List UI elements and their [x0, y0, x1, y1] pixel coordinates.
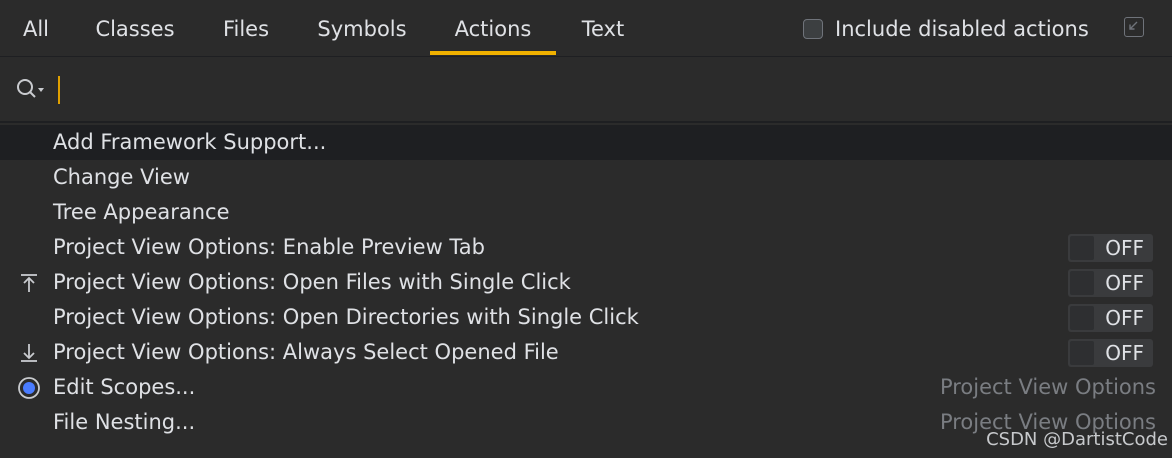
tab-actions[interactable]: Actions [430, 0, 556, 57]
upload-arrow-icon [17, 271, 41, 295]
toggle-state: OFF [1105, 341, 1144, 365]
toggle-knob [1070, 341, 1094, 365]
watermark: CSDN @DartistCode [986, 429, 1168, 450]
toggle-knob [1070, 306, 1094, 330]
list-item[interactable]: Project View Options: Enable Preview Tab… [0, 230, 1172, 265]
toggle-state: OFF [1105, 271, 1144, 295]
tab-bar: All Classes Files Symbols Actions Text I… [0, 0, 1172, 57]
list-item-label: Edit Scopes... [53, 375, 196, 399]
list-item-label: Tree Appearance [53, 200, 230, 224]
toggle-switch[interactable]: OFF [1068, 269, 1153, 297]
include-disabled-actions-option[interactable]: Include disabled actions [803, 16, 1089, 42]
list-item[interactable]: Tree Appearance [0, 195, 1172, 230]
tab-text[interactable]: Text [566, 0, 640, 57]
tab-symbols[interactable]: Symbols [302, 0, 422, 57]
collapse-popup-icon[interactable] [1124, 17, 1144, 37]
scope-radio-icon [17, 376, 41, 400]
results-list: Add Framework Support... Change View Tre… [0, 125, 1172, 458]
toggle-switch[interactable]: OFF [1068, 234, 1153, 262]
tab-classes[interactable]: Classes [80, 0, 190, 57]
list-item[interactable]: Project View Options: Open Files with Si… [0, 265, 1172, 300]
list-item-hint: Project View Options [939, 375, 1156, 399]
list-item-label: Change View [53, 165, 190, 189]
toggle-state: OFF [1105, 236, 1144, 260]
list-item[interactable]: Project View Options: Open Directories w… [0, 300, 1172, 335]
tab-files[interactable]: Files [208, 0, 284, 57]
toggle-knob [1070, 271, 1094, 295]
toggle-switch[interactable]: OFF [1068, 304, 1153, 332]
list-item-label: Project View Options: Open Files with Si… [53, 270, 571, 294]
list-item-label: File Nesting... [53, 410, 196, 434]
toggle-knob [1070, 236, 1094, 260]
list-item-label: Add Framework Support... [53, 130, 327, 154]
list-item[interactable]: Add Framework Support... [0, 125, 1172, 160]
include-disabled-label: Include disabled actions [835, 17, 1089, 41]
toggle-switch[interactable]: OFF [1068, 339, 1153, 367]
toggle-state: OFF [1105, 306, 1144, 330]
list-item[interactable]: Edit Scopes... Project View Options [0, 370, 1172, 405]
include-disabled-checkbox[interactable] [803, 19, 823, 39]
tab-all[interactable]: All [10, 0, 62, 57]
search-icon[interactable] [15, 77, 49, 101]
search-input-caret[interactable] [58, 76, 60, 104]
list-item-label: Project View Options: Enable Preview Tab [53, 235, 485, 259]
list-item-label: Project View Options: Always Select Open… [53, 340, 559, 364]
list-item[interactable]: Change View [0, 160, 1172, 195]
list-item[interactable]: Project View Options: Always Select Open… [0, 335, 1172, 370]
download-arrow-icon [17, 341, 41, 365]
list-item-label: Project View Options: Open Directories w… [53, 305, 639, 329]
search-bar [0, 57, 1172, 123]
